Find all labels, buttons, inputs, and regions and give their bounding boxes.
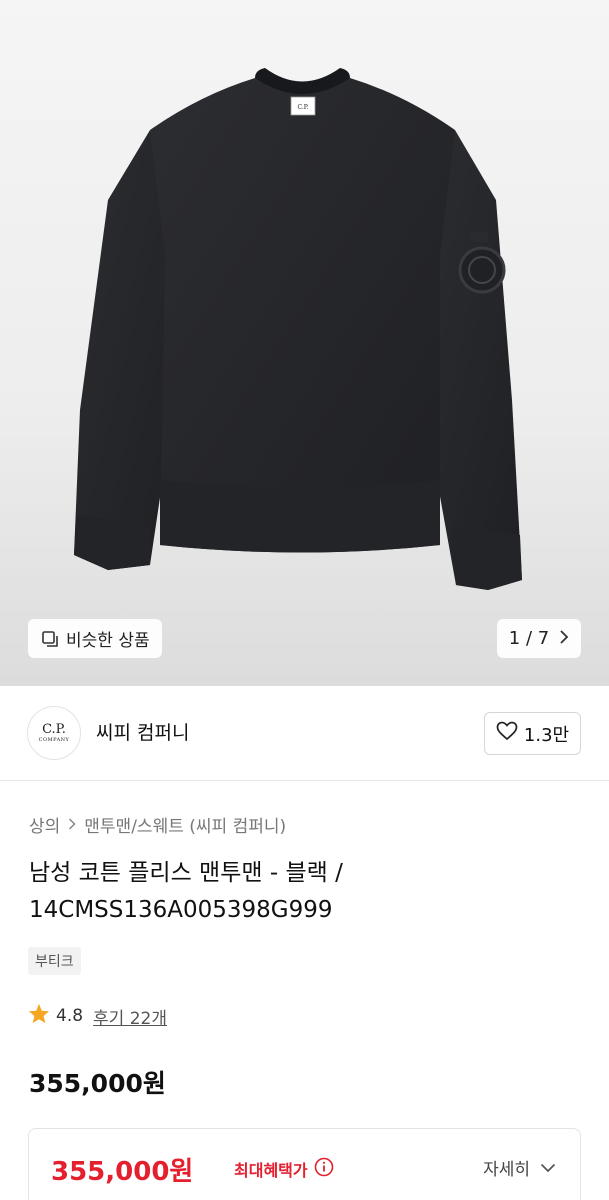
page-separator: / (525, 628, 533, 649)
max-benefit-price: 355,000원 (51, 1157, 194, 1187)
like-button[interactable]: 1.3만 (484, 712, 581, 755)
similar-products-button[interactable]: 비슷한 상품 (28, 619, 162, 658)
collar-label: C.P. (297, 104, 308, 111)
chevron-right-icon (559, 628, 569, 649)
page-current: 1 (508, 628, 521, 649)
max-benefit-label: 최대혜택가 (234, 1161, 308, 1180)
boutique-tag: 부티크 (28, 947, 81, 975)
detail-label: 자세히 (483, 1160, 530, 1180)
breadcrumb-subcategory[interactable]: 맨투맨/스웨트 (씨피 컴퍼니) (84, 812, 286, 837)
product-title: 남성 코튼 플리스 맨투맨 - 블랙 / 14CMSS136A005398G99… (29, 860, 343, 923)
info-icon[interactable] (314, 1157, 334, 1181)
brand-row: C.P. COMPANY 씨피 컴퍼니 1.3만 (0, 686, 609, 781)
brand-logo[interactable]: C.P. COMPANY (27, 706, 81, 760)
page-indicator: 1 / 7 (509, 628, 549, 649)
product-image-carousel[interactable]: C.P. 비슷한 상품 1 / 7 (0, 0, 609, 686)
product-image: C.P. (74, 68, 522, 590)
brand-logo-text: C.P. (42, 722, 66, 737)
page-total: 7 (537, 628, 550, 649)
brand-name-link[interactable]: 씨피 컴퍼니 (96, 718, 189, 745)
rating-value: 4.8 (56, 1006, 84, 1026)
chevron-down-icon (540, 1158, 556, 1178)
breadcrumb-category[interactable]: 상의 (29, 812, 60, 837)
review-link[interactable]: 후기 22개 (93, 1004, 167, 1029)
max-benefit-price-box[interactable]: 355,000원 최대혜택가 자세히 (28, 1128, 581, 1200)
brand-logo-subtext: COMPANY (38, 737, 70, 743)
product-price: 355,000원 (29, 1069, 166, 1098)
chevron-right-icon (68, 815, 76, 835)
star-icon (28, 1003, 50, 1029)
similar-products-label: 비슷한 상품 (66, 631, 150, 651)
benefit-detail-toggle[interactable]: 자세히 (483, 1155, 556, 1180)
breadcrumb: 상의 맨투맨/스웨트 (씨피 컴퍼니) (29, 812, 286, 837)
heart-icon (496, 721, 518, 746)
image-page-counter[interactable]: 1 / 7 (497, 619, 581, 658)
like-count: 1.3만 (523, 724, 570, 746)
similar-items-icon (40, 629, 60, 649)
rating-row: 4.8 후기 22개 (28, 1003, 167, 1029)
max-benefit-label-group: 최대혜택가 (234, 1157, 334, 1181)
